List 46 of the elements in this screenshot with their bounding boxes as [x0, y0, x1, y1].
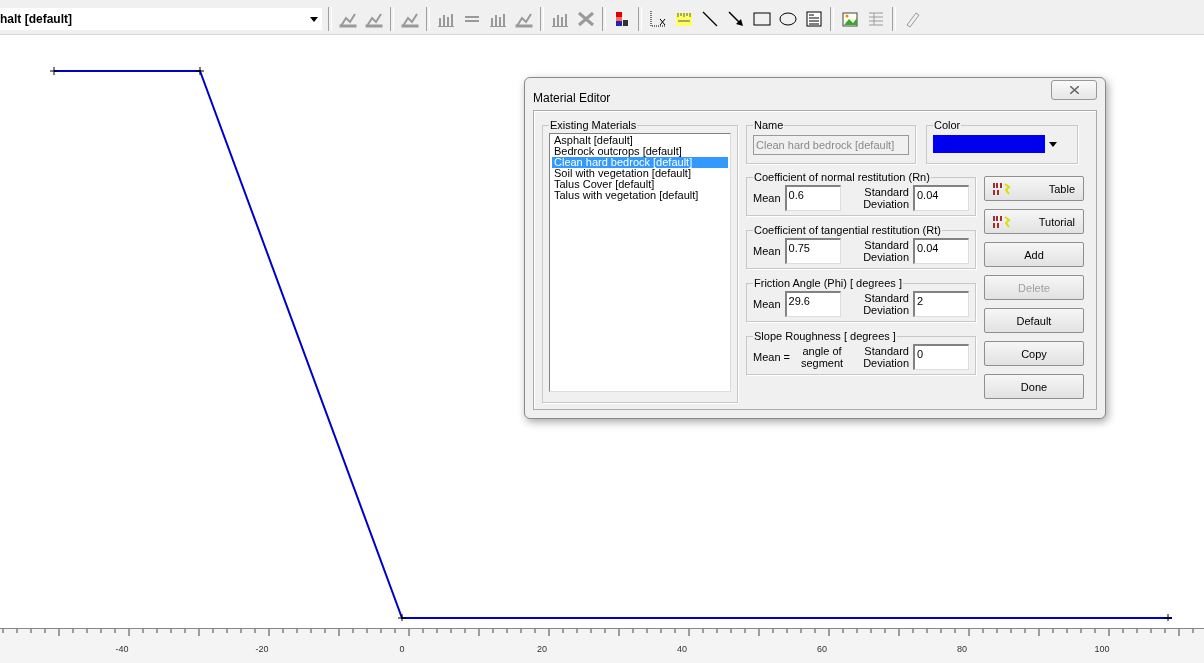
ruler-label: 20 [537, 644, 547, 654]
dialog-button[interactable]: Done [984, 374, 1084, 399]
material-item[interactable]: Talus Cover [default] [552, 179, 728, 190]
ruler-label: 0 [399, 644, 405, 654]
ruler-label: 80 [957, 644, 967, 654]
material-select-value: halt [default] [0, 12, 72, 26]
ruler-label: -20 [255, 644, 269, 654]
group-title: Name [753, 119, 785, 131]
dialog-button[interactable]: Default [984, 308, 1084, 333]
material-item[interactable]: Bedrock outcrops [default] [552, 146, 728, 157]
ruler-label: -40 [115, 644, 129, 654]
mean-field[interactable]: 0.6 [784, 185, 841, 211]
group-title: Existing Materials [549, 119, 638, 131]
standard-deviation-field[interactable]: 0.04 [913, 185, 969, 211]
table-button[interactable]: Tutorial [984, 209, 1084, 234]
material-item[interactable]: Soil with vegetation [default] [552, 168, 728, 179]
ruler-label: 40 [677, 644, 687, 654]
dialog-button[interactable]: Add [984, 242, 1084, 267]
materials-list[interactable]: Asphalt [default] Bedrock outcrops [default] Clean hard bedrock [default] Soil with vegetation [default] Talus Cover [default] Talus with vegetation [default] [549, 133, 731, 392]
standard-deviation-field[interactable]: 0 [913, 344, 969, 370]
standard-deviation-field[interactable]: 2 [913, 291, 969, 317]
material-item[interactable]: Asphalt [default] [552, 135, 728, 146]
mean-label: Mean [753, 192, 781, 204]
group-title: Slope Roughness [ degrees ] [753, 330, 897, 342]
material-dropdown[interactable]: halt [default] [0, 8, 322, 30]
group-title: Coefficient of normal restitution (Rn) [753, 171, 931, 183]
dialog-title: Material Editor [533, 91, 611, 105]
standard-deviation-label: Standard Deviation [862, 292, 909, 316]
mean-field[interactable]: 0.75 [784, 238, 841, 264]
group-title: Coefficient of tangential restitution (Rt) [753, 224, 942, 236]
group-title: Friction Angle (Phi) [ degrees ] [753, 277, 903, 289]
standard-deviation-label: Standard Deviation [862, 186, 909, 210]
standard-deviation-label: Standard Deviation [862, 239, 909, 263]
table-button[interactable]: Table [984, 176, 1084, 201]
standard-deviation-field[interactable]: 0.04 [913, 238, 969, 264]
ruler-label: 60 [817, 644, 827, 654]
mean-label: Mean [753, 298, 781, 310]
ruler-label: 100 [1094, 644, 1110, 654]
standard-deviation-label: Standard Deviation [862, 345, 909, 369]
dialog-button[interactable]: Copy [984, 341, 1084, 366]
mean-label: Mean [753, 245, 781, 257]
material-item[interactable]: Talus with vegetation [default] [552, 190, 728, 201]
mean-value: angle of segment [799, 345, 845, 369]
group-title: Color [933, 119, 962, 131]
mean-field[interactable]: 29.6 [784, 291, 841, 317]
mean-label: Mean = [753, 351, 790, 363]
